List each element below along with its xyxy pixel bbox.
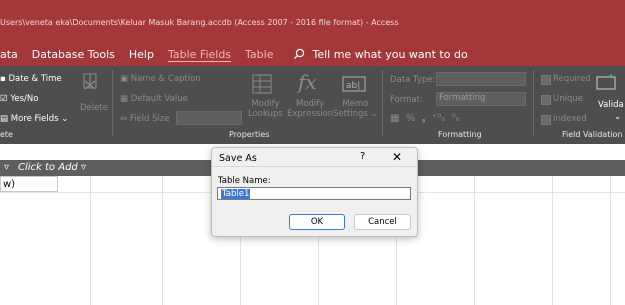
group-label-add-delete: ete xyxy=(0,130,13,139)
memo-settings-icon: ab| xyxy=(342,76,366,92)
grid-line xyxy=(90,176,91,305)
dialog-title: Save As xyxy=(219,153,257,164)
field-size-label: ⇔ Field Size xyxy=(120,114,170,124)
date-time-button[interactable]: ▪ Date & Time xyxy=(0,74,62,84)
validation-button[interactable]: Valida xyxy=(598,100,624,110)
delete-column-icon xyxy=(83,73,97,90)
data-type-label: Data Type: xyxy=(390,75,436,85)
ok-button[interactable]: OK xyxy=(289,214,345,230)
tell-me-search[interactable]: Tell me what you want to do xyxy=(293,47,468,61)
indexed-checkbox[interactable] xyxy=(541,115,551,125)
svg-text:ab|: ab| xyxy=(346,81,360,91)
new-record-cell[interactable]: w) xyxy=(0,176,58,192)
default-value-button[interactable]: ▦ Default Value xyxy=(120,94,188,104)
default-value-icon: ▦ xyxy=(120,94,131,104)
modify-lookups-button[interactable]: Modify Lookups xyxy=(248,99,283,119)
tab-database-tools[interactable]: Database Tools xyxy=(32,48,115,61)
group-label-field-validation: Field Validation xyxy=(562,130,623,139)
dialog-divider xyxy=(212,166,417,167)
ribbon-divider xyxy=(533,70,534,136)
tab-data[interactable]: ata xyxy=(0,48,18,61)
checkbox-icon: ☑ xyxy=(0,94,11,104)
more-fields-icon: ▤ xyxy=(0,114,11,124)
number-format-icons[interactable]: ▦ % ❟ ⁺⁰₀ ⁰₀ xyxy=(390,113,460,124)
name-caption-button[interactable]: ▣ Name & Caption xyxy=(120,74,201,84)
help-button[interactable]: ? xyxy=(360,151,365,162)
click-to-add-header[interactable]: Click to Add ▿ xyxy=(18,160,86,176)
format-select[interactable]: Formatting xyxy=(436,92,526,106)
name-caption-icon: ▣ xyxy=(120,74,131,84)
tab-table-fields[interactable]: Table Fields xyxy=(168,48,231,61)
indexed-label: Indexed xyxy=(553,114,587,124)
ribbon-divider xyxy=(112,70,113,136)
required-label: Required xyxy=(553,74,591,84)
modify-expression-button[interactable]: Modify Expression xyxy=(287,99,333,119)
grid-line xyxy=(474,176,475,305)
modify-lookups-icon xyxy=(252,74,272,94)
search-icon xyxy=(294,48,305,60)
memo-settings-button[interactable]: Memo Settings ⌄ xyxy=(333,99,378,119)
chevron-down-icon: ⌄ xyxy=(614,112,622,122)
unique-label: Unique xyxy=(553,94,583,104)
more-fields-button[interactable]: ▤ More Fields ⌄ xyxy=(0,114,68,124)
validation-icon xyxy=(596,74,616,90)
grid-line xyxy=(162,176,163,305)
table-name-value: Table1 xyxy=(221,189,251,199)
group-label-formatting: Formatting xyxy=(438,130,482,139)
table-name-label: Table Name: xyxy=(218,176,271,186)
data-type-select[interactable] xyxy=(436,72,526,86)
window-title: Users\veneta eka\Documents\Keluar Masuk … xyxy=(0,18,399,27)
chevron-down-icon: ▿ xyxy=(77,162,86,173)
unique-checkbox[interactable] xyxy=(541,95,551,105)
grid-line xyxy=(610,176,611,305)
field-size-input[interactable] xyxy=(176,111,242,125)
tab-table[interactable]: Table xyxy=(245,48,273,61)
tab-help[interactable]: Help xyxy=(129,48,154,61)
table-name-input[interactable]: Table1 xyxy=(217,187,411,200)
title-bar: Users\veneta eka\Documents\Keluar Masuk … xyxy=(0,0,625,66)
group-label-properties: Properties xyxy=(229,130,270,139)
function-icon: fx xyxy=(298,70,317,94)
field-size-icon: ⇔ xyxy=(120,114,130,124)
yes-no-button[interactable]: ☑ Yes/No xyxy=(0,94,38,104)
grid-line xyxy=(552,176,553,305)
format-label: Format: xyxy=(390,95,423,105)
save-as-dialog: Save As ? ✕ Table Name: Table1 OK Cancel xyxy=(211,147,418,237)
close-button[interactable]: ✕ xyxy=(392,150,402,164)
tell-me-text: Tell me what you want to do xyxy=(312,47,468,61)
chevron-down-icon[interactable]: ▿ xyxy=(4,160,9,176)
delete-button[interactable]: Delete xyxy=(80,103,108,113)
ribbon-divider xyxy=(382,70,383,136)
ribbon-tabs: ata Database Tools Help Table Fields Tab… xyxy=(0,44,468,64)
required-checkbox[interactable] xyxy=(541,75,551,85)
cancel-button[interactable]: Cancel xyxy=(354,214,411,230)
